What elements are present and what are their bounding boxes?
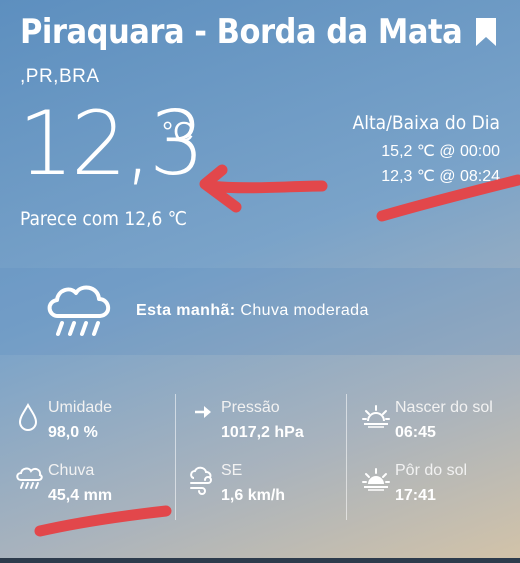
location-subtitle: ,PR,BRA <box>20 66 100 87</box>
day-low: 12,3 ℃ @ 08:24 <box>381 168 500 185</box>
day-range-title: Alta/Baixa do Dia <box>352 112 500 134</box>
forecast-text: Esta manhã: Chuva moderada <box>136 302 369 320</box>
sunrise-label: Nascer do sol <box>395 399 493 416</box>
sunrise-value: 06:45 <box>395 424 436 441</box>
annotation-arrow-head <box>199 164 242 213</box>
sunset-value: 17:41 <box>395 487 436 504</box>
feels-like: Parece com 12,6 ℃ <box>20 208 188 230</box>
pressure-value: 1017,2 hPa <box>221 424 304 441</box>
forecast-condition: Chuva moderada <box>240 302 369 319</box>
wind-speed: 1,6 km/h <box>221 487 286 504</box>
column-divider <box>346 394 347 520</box>
rain-value: 45,4 mm <box>48 487 113 504</box>
bottom-bar <box>0 558 520 563</box>
humidity-value: 98,0 % <box>48 424 98 441</box>
annotation-underline-rain <box>34 505 172 537</box>
wind-direction: SE <box>221 462 243 479</box>
humidity-label: Umidade <box>48 399 113 416</box>
rain-icon <box>16 467 43 489</box>
arrow-right-icon <box>195 406 211 418</box>
wind-icon <box>190 466 212 495</box>
sunset-icon <box>362 468 390 491</box>
forecast-period: Esta manhã: <box>136 302 236 319</box>
rain-label: Chuva <box>48 462 95 479</box>
column-divider <box>175 394 176 520</box>
annotation-arrow-line <box>202 180 328 194</box>
day-high: 15,2 ℃ @ 00:00 <box>381 143 500 160</box>
location-title: Piraquara - Borda da Mata <box>20 12 463 52</box>
bookmark-icon[interactable] <box>476 18 496 46</box>
rain-cloud-icon <box>47 285 111 336</box>
pressure-label: Pressão <box>221 399 280 416</box>
sunrise-icon <box>362 405 390 428</box>
sunset-label: Pôr do sol <box>395 462 468 479</box>
droplet-icon <box>18 403 38 431</box>
temperature-unit: °C <box>162 116 194 147</box>
